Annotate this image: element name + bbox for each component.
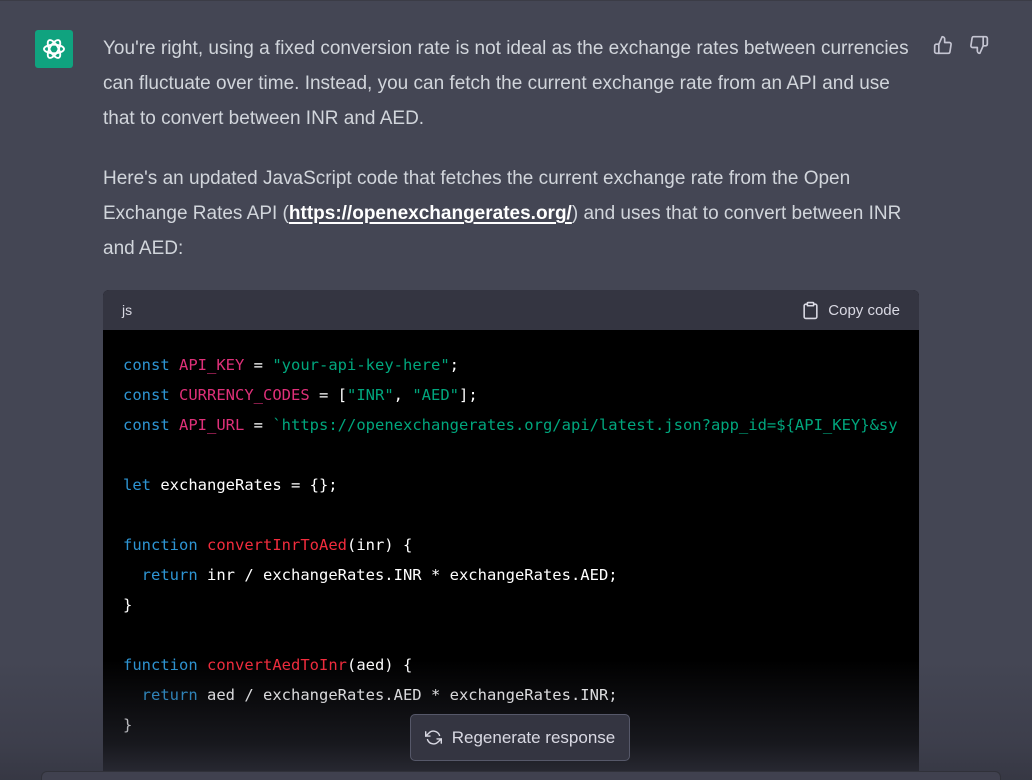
code-token: function [123, 656, 198, 674]
thumbs-down-icon [970, 35, 989, 55]
code-line: const API_URL = `https://openexchangerat… [123, 410, 919, 440]
code-token: "INR" [347, 386, 394, 404]
code-line: function convertInrToAed(inr) { [123, 530, 919, 560]
chat-input-bar[interactable] [41, 771, 1001, 780]
code-token: "your-api-key-here" [272, 356, 450, 374]
assistant-message: You're right, using a fixed conversion r… [103, 31, 919, 266]
code-token: } [123, 596, 133, 614]
code-line: const API_KEY = "your-api-key-here"; [123, 350, 919, 380]
code-token: let [123, 476, 151, 494]
code-token: return [141, 686, 198, 704]
code-line: let exchangeRates = {}; [123, 470, 919, 500]
code-token: convertAedToInr [207, 656, 347, 674]
code-token: ; [449, 356, 459, 374]
code-line: return inr / exchangeRates.INR * exchang… [123, 560, 919, 590]
thumbs-down-button[interactable] [968, 34, 990, 56]
code-token: const [123, 356, 170, 374]
code-line: } [123, 590, 919, 620]
code-token: (aed) { [346, 656, 413, 674]
code-block-header: js Copy code [103, 290, 919, 330]
copy-code-label: Copy code [828, 301, 900, 319]
divider [0, 0, 1032, 1]
code-language-label: js [122, 302, 133, 318]
openexchangerates-link[interactable]: https://openexchangerates.org/ [289, 203, 572, 224]
code-block: js Copy code const API_KEY = "your-api-k… [103, 290, 919, 780]
code-line: return aed / exchangeRates.AED * exchang… [123, 680, 919, 710]
code-token: inr / exchangeRates.INR * exchangeRates.… [197, 566, 618, 584]
thumbs-up-button[interactable] [932, 34, 954, 56]
code-token: aed / exchangeRates.AED * exchangeRates.… [197, 686, 618, 704]
code-token: convertInrToAed [207, 536, 347, 554]
code-content[interactable]: const API_KEY = "your-api-key-here"; cons… [103, 330, 919, 740]
code-token: = [244, 356, 273, 374]
clipboard-icon [803, 301, 818, 319]
code-token: ]; [459, 386, 478, 404]
code-token: (inr) { [346, 536, 413, 554]
code-token: = [ [309, 386, 347, 404]
code-token: = [244, 416, 273, 434]
code-token: const [123, 416, 170, 434]
code-line: function convertAedToInr(aed) { [123, 650, 919, 680]
refresh-icon [424, 730, 442, 745]
regenerate-response-label: Regenerate response [451, 727, 616, 747]
code-token: CURRENCY_CODES [179, 386, 310, 404]
code-token: exchangeRates = {}; [151, 476, 338, 494]
code-token: , [393, 386, 413, 404]
code-token: API_URL [179, 416, 245, 434]
code-token: return [141, 566, 198, 584]
copy-code-button[interactable]: Copy code [801, 301, 900, 320]
code-token: API_KEY [179, 356, 245, 374]
code-token: `https://openexchangerates.org/api/lates… [272, 416, 898, 434]
message-paragraph: You're right, using a fixed conversion r… [103, 38, 909, 129]
code-token: "AED" [412, 386, 460, 404]
message-paragraph: Here's an updated JavaScript code that f… [103, 161, 919, 266]
code-line: const CURRENCY_CODES = ["INR", "AED"]; [123, 380, 919, 410]
code-token: function [123, 536, 198, 554]
assistant-avatar [35, 30, 73, 68]
thumbs-up-icon [933, 35, 952, 55]
chat-page: You're right, using a fixed conversion r… [0, 0, 1032, 780]
code-token: const [123, 386, 170, 404]
regenerate-response-button[interactable]: Regenerate response [410, 714, 630, 761]
openai-logo-icon [43, 39, 65, 59]
code-token: } [123, 716, 133, 734]
